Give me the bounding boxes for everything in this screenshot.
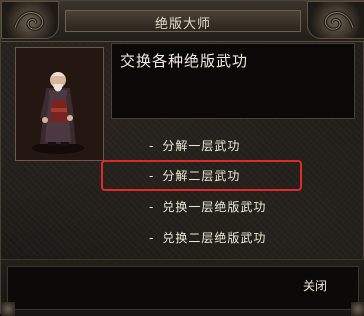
npc-portrait bbox=[15, 47, 104, 161]
dialog-text: 交换各种绝版武功 bbox=[120, 52, 249, 70]
option-dash: - bbox=[149, 231, 155, 245]
option-exchange-level1[interactable]: - 兑换一层绝版武功 bbox=[149, 198, 266, 215]
option-dash: - bbox=[149, 200, 155, 214]
npc-dialog-window: 绝版大师 交换各种绝版武功 - 分解一层武功 - 分解二层武功 - 兑换一层绝版… bbox=[0, 0, 364, 316]
close-button[interactable]: 关闭 bbox=[303, 277, 327, 294]
window-title: 绝版大师 bbox=[154, 17, 211, 32]
dragon-ornament-icon bbox=[307, 1, 364, 39]
option-label: 兑换二层绝版武功 bbox=[162, 231, 267, 245]
option-exchange-level2[interactable]: - 兑换二层绝版武功 bbox=[149, 229, 266, 246]
title-bar[interactable]: 绝版大师 bbox=[1, 1, 364, 42]
npc-elder-portrait-icon bbox=[16, 48, 103, 160]
dragon-ornament-icon bbox=[1, 1, 59, 39]
selection-highlight bbox=[101, 160, 302, 191]
option-decompose-level1[interactable]: - 分解一层武功 bbox=[149, 137, 240, 154]
title-plate: 绝版大师 bbox=[65, 10, 301, 32]
dialog-text-box: 交换各种绝版武功 bbox=[111, 43, 355, 119]
option-label: 兑换一层绝版武功 bbox=[162, 200, 267, 214]
option-dash: - bbox=[149, 139, 155, 153]
option-label: 分解一层武功 bbox=[162, 139, 241, 153]
